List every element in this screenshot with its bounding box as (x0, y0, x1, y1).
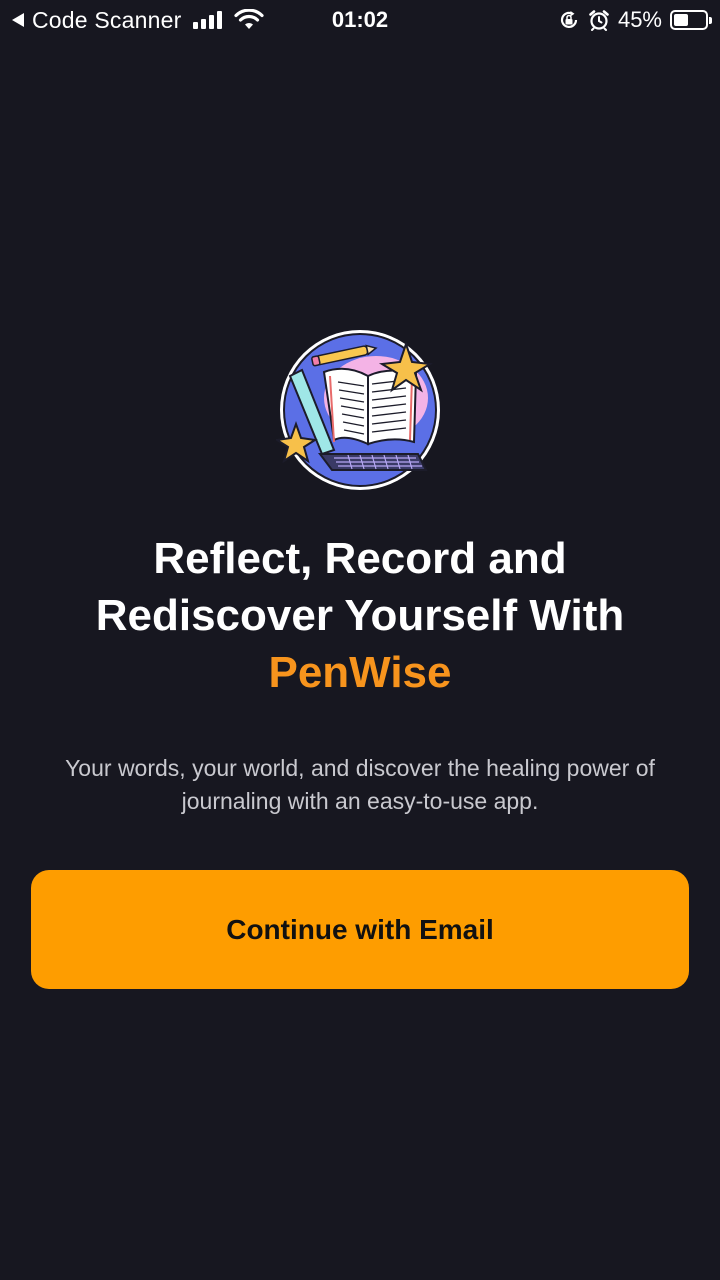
headline-line-2: Rediscover Yourself With (95, 591, 625, 640)
alarm-icon (589, 10, 609, 31)
status-bar: Code Scanner 01:02 45% (0, 0, 720, 40)
brand-name: PenWise (268, 648, 452, 697)
battery-percent: 45% (617, 7, 662, 32)
welcome-subtitle: Your words, your world, and discover the… (65, 755, 655, 814)
welcome-headline: Reflect, Record and Rediscover Yourself … (20, 530, 700, 701)
journal-laptop-illustration (276, 330, 440, 490)
welcome-screen: Code Scanner 01:02 45% Reflect, Record a… (0, 0, 720, 1280)
battery-icon (670, 10, 712, 30)
continue-with-email-button[interactable]: Continue with Email (31, 870, 689, 989)
orientation-lock-icon (560, 11, 578, 29)
battery-level (674, 14, 688, 26)
headline-line-1: Reflect, Record and (153, 534, 567, 583)
status-indicators: 45% (558, 6, 712, 34)
